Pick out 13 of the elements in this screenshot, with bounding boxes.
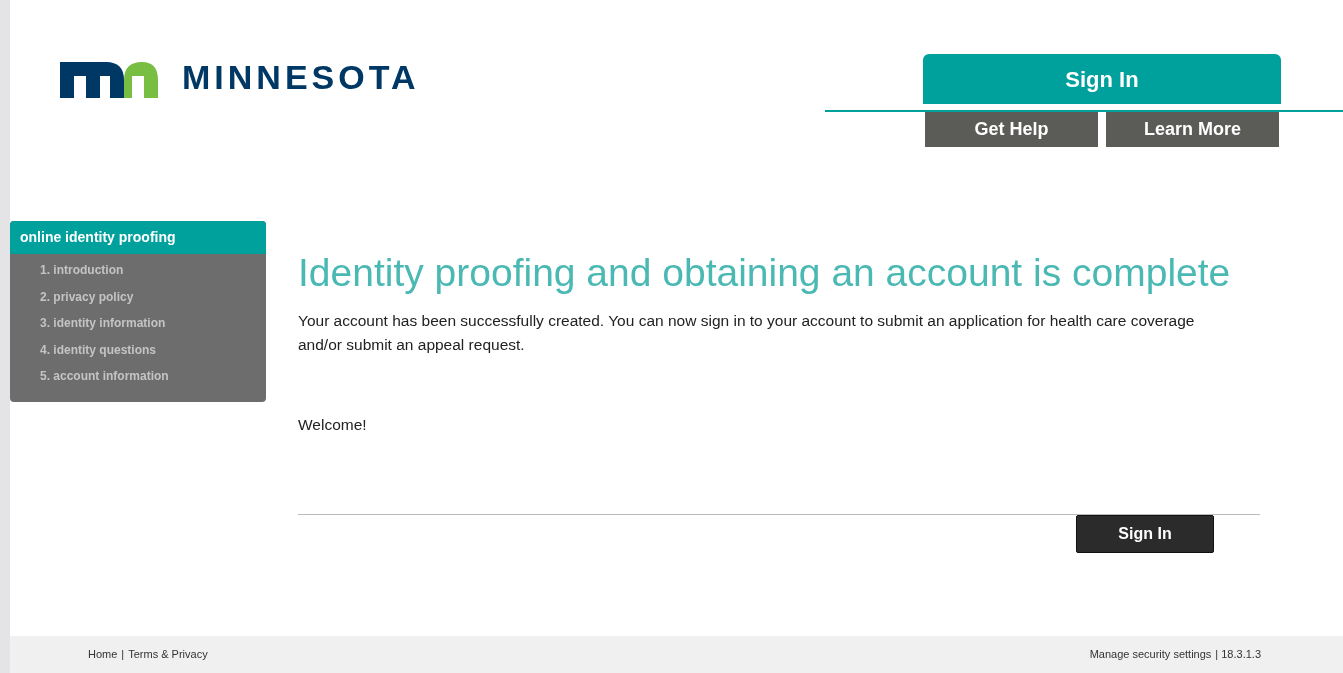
footer-link[interactable]: Terms & Privacy: [128, 646, 208, 663]
footer-link[interactable]: Manage security settings: [1089, 646, 1212, 663]
welcome-text: Welcome!: [298, 415, 368, 435]
header-button[interactable]: Learn More: [1106, 112, 1279, 147]
footer-separator: |: [121, 647, 125, 663]
sign-in-button[interactable]: Sign In: [1076, 515, 1214, 554]
header-button[interactable]: Get Help: [925, 112, 1098, 147]
sidebar-title: online identity proofing: [10, 221, 266, 254]
page-heading: Identity proofing and obtaining an account is complete: [298, 251, 1232, 295]
footer-link[interactable]: Home: [88, 646, 118, 663]
success-message: Your account has been successfully created. You can now sign in to your account to submit an application for health care coverage and/or submit an appeal request.: [298, 311, 1196, 355]
version-text: | 18.3.1.3: [1215, 647, 1261, 663]
logo-wordmark: MINNESOTA: [182, 57, 420, 98]
